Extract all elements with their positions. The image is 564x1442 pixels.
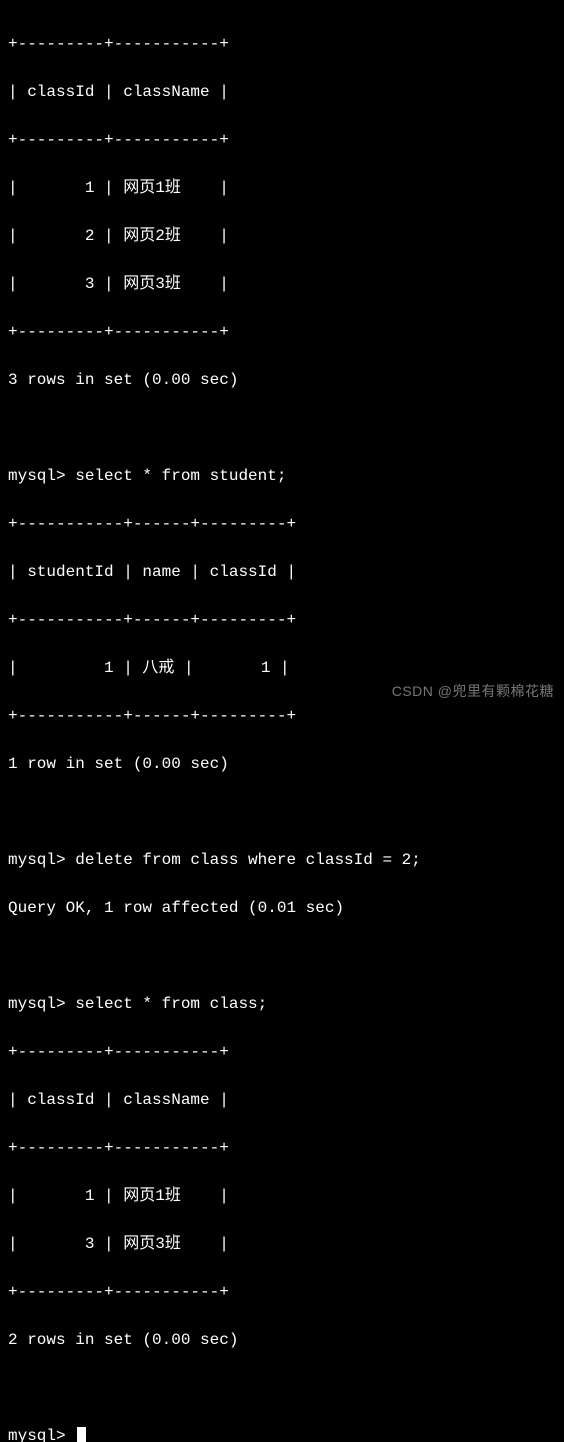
table-header: | classId | className | [8, 1088, 556, 1112]
blank-line [8, 416, 556, 440]
table-header: | classId | className | [8, 80, 556, 104]
sql-query: mysql> select * from student; [8, 464, 556, 488]
table-border: +---------+-----------+ [8, 1136, 556, 1160]
blank-line [8, 800, 556, 824]
table-row: | 1 | 八戒 | 1 | [8, 656, 556, 680]
blank-line [8, 1376, 556, 1400]
status-line: Query OK, 1 row affected (0.01 sec) [8, 896, 556, 920]
sql-query: mysql> delete from class where classId =… [8, 848, 556, 872]
table-border: +---------+-----------+ [8, 1040, 556, 1064]
table-border: +---------+-----------+ [8, 32, 556, 56]
table-row: | 1 | 网页1班 | [8, 176, 556, 200]
status-line: 1 row in set (0.00 sec) [8, 752, 556, 776]
sql-query: mysql> select * from class; [8, 992, 556, 1016]
table-border: +---------+-----------+ [8, 1280, 556, 1304]
table-row: | 2 | 网页2班 | [8, 224, 556, 248]
cursor [77, 1427, 86, 1442]
table-border: +-----------+------+---------+ [8, 704, 556, 728]
status-line: 3 rows in set (0.00 sec) [8, 368, 556, 392]
blank-line [8, 944, 556, 968]
table-border: +---------+-----------+ [8, 320, 556, 344]
prompt-text: mysql> [8, 1427, 75, 1442]
status-line: 2 rows in set (0.00 sec) [8, 1328, 556, 1352]
terminal-output: +---------+-----------+ | classId | clas… [8, 8, 556, 1442]
prompt-line[interactable]: mysql> [8, 1424, 556, 1442]
table-row: | 1 | 网页1班 | [8, 1184, 556, 1208]
table-header: | studentId | name | classId | [8, 560, 556, 584]
table-border: +-----------+------+---------+ [8, 512, 556, 536]
table-row: | 3 | 网页3班 | [8, 1232, 556, 1256]
table-border: +-----------+------+---------+ [8, 608, 556, 632]
table-row: | 3 | 网页3班 | [8, 272, 556, 296]
watermark: CSDN @兜里有颗棉花糖 [392, 679, 554, 703]
table-border: +---------+-----------+ [8, 128, 556, 152]
